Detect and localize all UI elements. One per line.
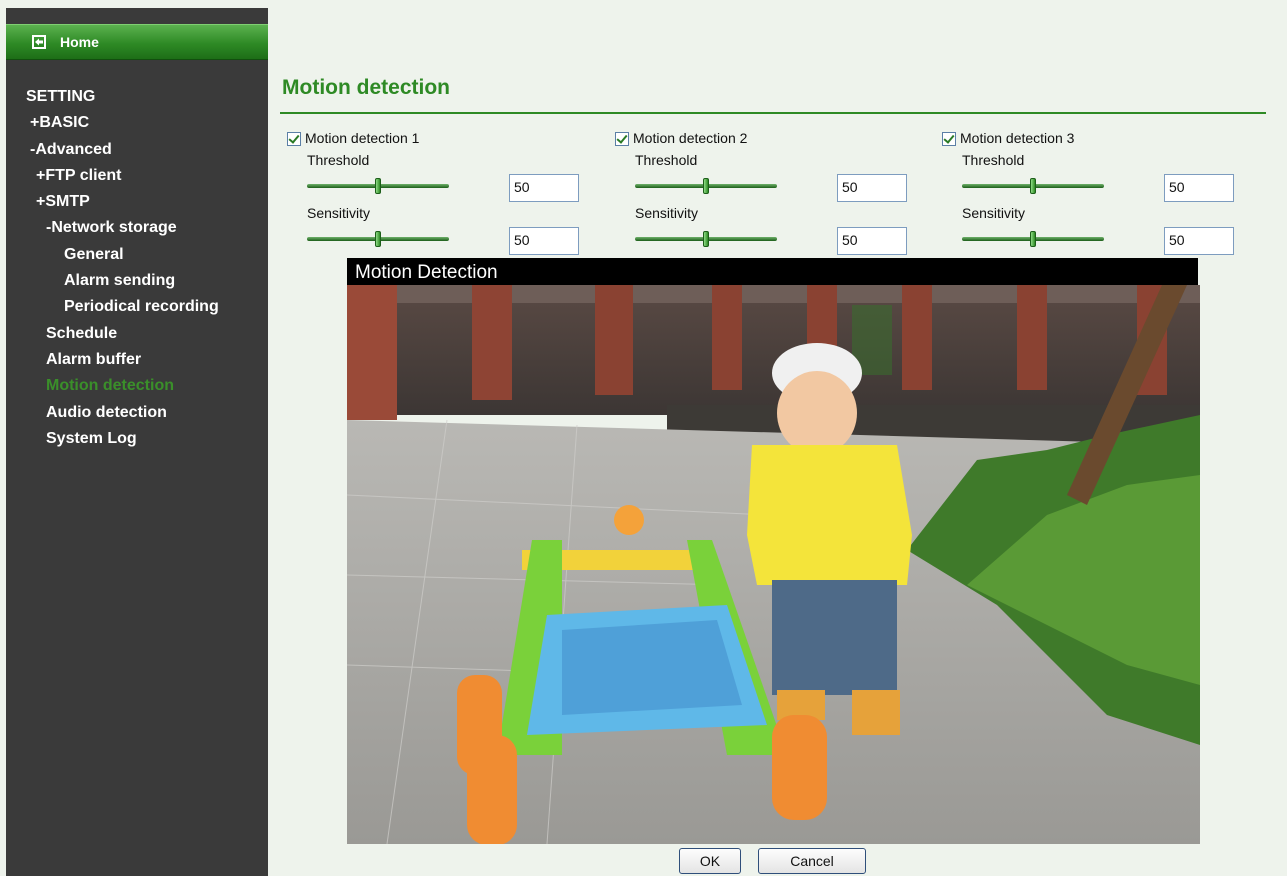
motion-detection-2-checkbox[interactable] <box>615 132 629 146</box>
home-label: Home <box>60 34 99 50</box>
slider-thumb[interactable] <box>703 178 709 194</box>
threshold-slider-3[interactable] <box>962 178 1104 194</box>
threshold-slider-2[interactable] <box>635 178 777 194</box>
sensitivity-input-2[interactable]: 50 <box>837 227 907 255</box>
threshold-label: Threshold <box>307 152 370 168</box>
threshold-slider-1[interactable] <box>307 178 449 194</box>
nav-item-periodical-recording[interactable]: Periodical recording <box>6 294 268 320</box>
motion-detector-3: Motion detection 3 Threshold 50 Sensitiv… <box>942 128 1242 258</box>
threshold-label: Threshold <box>635 152 698 168</box>
nav-item-alarm-buffer[interactable]: Alarm buffer <box>6 347 268 373</box>
sidebar: Home SETTING +BASIC -Advanced +FTP clien… <box>6 8 268 876</box>
sensitivity-input-1[interactable]: 50 <box>509 227 579 255</box>
motion-detection-1-checkbox[interactable] <box>287 132 301 146</box>
nav-item-basic[interactable]: +BASIC <box>6 110 268 136</box>
sensitivity-slider-1[interactable] <box>307 231 449 247</box>
camera-preview-image <box>347 285 1200 844</box>
slider-thumb[interactable] <box>375 231 381 247</box>
slider-thumb[interactable] <box>1030 178 1036 194</box>
sensitivity-slider-2[interactable] <box>635 231 777 247</box>
sensitivity-label: Sensitivity <box>635 205 699 221</box>
nav-item-smtp[interactable]: +SMTP <box>6 189 268 215</box>
back-arrow-icon <box>32 35 46 49</box>
motion-detector-2: Motion detection 2 Threshold 50 Sensitiv… <box>615 128 915 258</box>
title-divider <box>280 112 1266 114</box>
ok-button[interactable]: OK <box>679 848 741 874</box>
home-link[interactable]: Home <box>6 24 268 60</box>
motion-detection-2-label: Motion detection 2 <box>633 130 748 146</box>
motion-detector-1: Motion detection 1 Threshold 50 Sensitiv… <box>287 128 587 258</box>
nav-setting-heading: SETTING <box>26 88 96 105</box>
motion-detection-3-checkbox[interactable] <box>942 132 956 146</box>
nav-item-system-log[interactable]: System Log <box>6 426 268 452</box>
nav-item-advanced[interactable]: -Advanced <box>6 137 268 163</box>
sensitivity-label: Sensitivity <box>962 205 1026 221</box>
nav-item-schedule[interactable]: Schedule <box>6 321 268 347</box>
sensitivity-input-3[interactable]: 50 <box>1164 227 1234 255</box>
slider-thumb[interactable] <box>375 178 381 194</box>
motion-detection-1-label: Motion detection 1 <box>305 130 420 146</box>
slider-thumb[interactable] <box>1030 231 1036 247</box>
nav-item-alarm-sending[interactable]: Alarm sending <box>6 268 268 294</box>
slider-thumb[interactable] <box>703 231 709 247</box>
threshold-label: Threshold <box>962 152 1025 168</box>
cancel-button[interactable]: Cancel <box>758 848 866 874</box>
nav-item-general[interactable]: General <box>6 242 268 268</box>
threshold-input-1[interactable]: 50 <box>509 174 579 202</box>
nav-item-motion-detection[interactable]: Motion detection <box>6 373 268 399</box>
page-title: Motion detection <box>282 76 450 99</box>
sensitivity-label: Sensitivity <box>307 205 371 221</box>
settings-nav: SETTING +BASIC -Advanced +FTP client +SM… <box>6 84 268 452</box>
nav-item-ftp-client[interactable]: +FTP client <box>6 163 268 189</box>
threshold-input-3[interactable]: 50 <box>1164 174 1234 202</box>
nav-item-network-storage[interactable]: -Network storage <box>6 215 268 241</box>
threshold-input-2[interactable]: 50 <box>837 174 907 202</box>
sensitivity-slider-3[interactable] <box>962 231 1104 247</box>
video-title: Motion Detection <box>347 258 1198 285</box>
nav-item-audio-detection[interactable]: Audio detection <box>6 400 268 426</box>
motion-detection-3-label: Motion detection 3 <box>960 130 1075 146</box>
